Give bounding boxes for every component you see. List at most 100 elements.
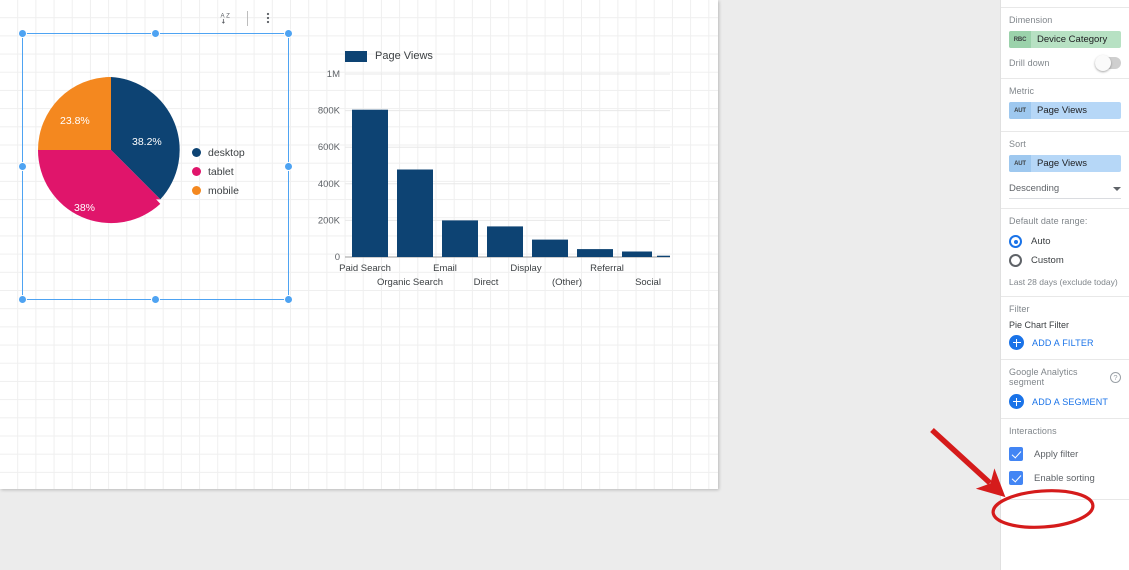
more-vert-icon[interactable]: [255, 6, 281, 30]
sort-chip-page-views[interactable]: AUT Page Views: [1009, 155, 1121, 172]
bar-email: [442, 220, 478, 257]
bar-chart-legend: Page Views: [345, 50, 433, 62]
date-range-auto-label: Auto: [1031, 236, 1051, 247]
interactions-title: Interactions: [1009, 426, 1057, 436]
sort-az-icon[interactable]: A Z: [214, 6, 240, 30]
bar-chart-gridlines: [345, 73, 670, 221]
annotation-arrow: [930, 427, 1006, 498]
toolbar-divider: [247, 10, 248, 26]
metric-chip-type-icon: AUT: [1009, 102, 1031, 119]
enable-sorting-checkbox[interactable]: [1009, 471, 1023, 485]
radio-auto[interactable]: [1009, 235, 1022, 248]
help-icon[interactable]: ?: [1110, 371, 1121, 383]
add-a-filter-button[interactable]: ADD A FILTER: [1009, 335, 1121, 350]
enable-sorting-label: Enable sorting: [1034, 472, 1095, 484]
xtick-social: Social: [635, 277, 661, 288]
xtick-organic-search: Organic Search: [377, 277, 443, 288]
date-range-title: Default date range:: [1009, 216, 1088, 226]
ytick-800k: 800K: [318, 106, 341, 117]
sort-direction-value: Descending: [1009, 183, 1060, 194]
section-filter: Filter Pie Chart Filter ADD A FILTER: [1001, 297, 1129, 360]
sort-chip-label: Page Views: [1037, 158, 1087, 169]
filter-title: Filter: [1009, 304, 1030, 314]
bar-organic-search: [397, 169, 433, 257]
sort-chip-type-icon: AUT: [1009, 155, 1031, 172]
drill-down-row[interactable]: Drill down: [1009, 55, 1121, 71]
resize-handle-top-left[interactable]: [18, 29, 27, 38]
section-dimension: Dimension RBC Device Category Drill down: [1001, 8, 1129, 79]
bar-display: [532, 239, 568, 257]
apply-filter-label: Apply filter: [1034, 448, 1079, 460]
resize-handle-middle-right[interactable]: [284, 161, 293, 171]
chevron-down-icon: [1113, 186, 1121, 191]
report-canvas[interactable]: 38.2% 38% 23.8% desktop tablet mobile A …: [0, 0, 718, 489]
resize-handle-top-right[interactable]: [284, 29, 293, 38]
xtick-other: (Other): [552, 277, 582, 288]
ytick-0: 0: [335, 252, 340, 263]
section-ga-segment: Google Analytics segment ? ADD A SEGMENT: [1001, 360, 1129, 419]
add-a-filter-label: ADD A FILTER: [1032, 337, 1094, 348]
add-a-segment-button[interactable]: ADD A SEGMENT: [1009, 394, 1121, 409]
date-range-custom-label: Custom: [1031, 255, 1064, 266]
screen-root: 38.2% 38% 23.8% desktop tablet mobile A …: [0, 0, 1129, 570]
ytick-400k: 400K: [318, 179, 341, 190]
xtick-email: Email: [433, 263, 457, 274]
radio-custom[interactable]: [1009, 254, 1022, 267]
xtick-paid-search: Paid Search: [339, 263, 391, 274]
chart-floating-toolbar[interactable]: A Z: [214, 6, 281, 30]
bar-referral: [622, 251, 652, 257]
date-range-option-auto[interactable]: Auto: [1009, 232, 1121, 251]
drill-down-toggle[interactable]: [1095, 55, 1121, 71]
resize-handle-top-center[interactable]: [150, 29, 160, 38]
apply-filter-checkbox[interactable]: [1009, 447, 1023, 461]
bar-other: [577, 249, 613, 257]
panel-top-divider: [1001, 0, 1129, 8]
bar-chart-xtick-labels: Paid Search Organic Search Email Direct …: [339, 263, 661, 288]
filter-existing-name[interactable]: Pie Chart Filter: [1009, 320, 1121, 330]
checkbox-row-apply-filter[interactable]: Apply filter: [1009, 442, 1121, 466]
ytick-200k: 200K: [318, 215, 341, 226]
ga-segment-title-row: Google Analytics segment ?: [1009, 367, 1121, 387]
add-a-segment-label: ADD A SEGMENT: [1032, 396, 1109, 407]
section-metric: Metric AUT Page Views: [1001, 79, 1129, 132]
plus-circle-icon: [1009, 335, 1024, 350]
dimension-title: Dimension: [1009, 15, 1053, 25]
metric-chip-label: Page Views: [1037, 105, 1087, 116]
sort-az-glyph: A Z: [220, 12, 230, 24]
section-sort: Sort AUT Page Views Descending: [1001, 132, 1129, 209]
dimension-chip-type-icon: RBC: [1009, 31, 1031, 48]
ytick-1m: 1M: [327, 69, 340, 80]
xtick-referral: Referral: [590, 263, 624, 274]
pie-chart-selection-frame[interactable]: [18, 29, 293, 304]
dimension-chip-device-category[interactable]: RBC Device Category: [1009, 31, 1121, 48]
bar-chart-svg: 1M 800K 600K 400K 200K 0 Paid Search Org…: [318, 69, 670, 288]
dimension-chip-label: Device Category: [1037, 34, 1108, 45]
bar-chart-ytick-labels: 1M 800K 600K 400K 200K 0: [318, 69, 341, 263]
xtick-display: Display: [510, 263, 541, 274]
chart-properties-panel[interactable]: Dimension RBC Device Category Drill down…: [1000, 0, 1129, 570]
drill-down-toggle-knob: [1095, 55, 1111, 71]
resize-handle-bottom-center[interactable]: [150, 295, 160, 304]
section-default-date-range: Default date range: Auto Custom Last 28 …: [1001, 209, 1129, 297]
legend-swatch-page-views: [345, 50, 367, 62]
bar-direct: [487, 226, 523, 257]
svg-text:A: A: [220, 12, 225, 19]
metric-chip-page-views[interactable]: AUT Page Views: [1009, 102, 1121, 119]
date-range-option-custom[interactable]: Custom: [1009, 251, 1121, 270]
ytick-600k: 600K: [318, 142, 341, 153]
ga-segment-title: Google Analytics segment: [1009, 367, 1078, 387]
more-vert-glyph: [266, 12, 270, 24]
bar-paid-search: [352, 109, 388, 257]
bar-chart-widget[interactable]: Page Views 1M 800K 600K 400K 200K 0 Paid…: [305, 42, 695, 292]
drill-down-label: Drill down: [1009, 58, 1050, 68]
sort-title: Sort: [1009, 139, 1026, 149]
legend-label-page-views: Page Views: [375, 50, 433, 62]
section-interactions: Interactions Apply filter Enable sorting: [1001, 419, 1129, 500]
resize-handle-bottom-right[interactable]: [284, 295, 293, 304]
plus-circle-icon-segment: [1009, 394, 1024, 409]
bar-social: [657, 255, 670, 257]
resize-handle-middle-left[interactable]: [18, 161, 27, 171]
checkbox-row-enable-sorting[interactable]: Enable sorting: [1009, 466, 1121, 490]
sort-direction-select[interactable]: Descending: [1009, 179, 1121, 199]
resize-handle-bottom-left[interactable]: [18, 295, 27, 304]
